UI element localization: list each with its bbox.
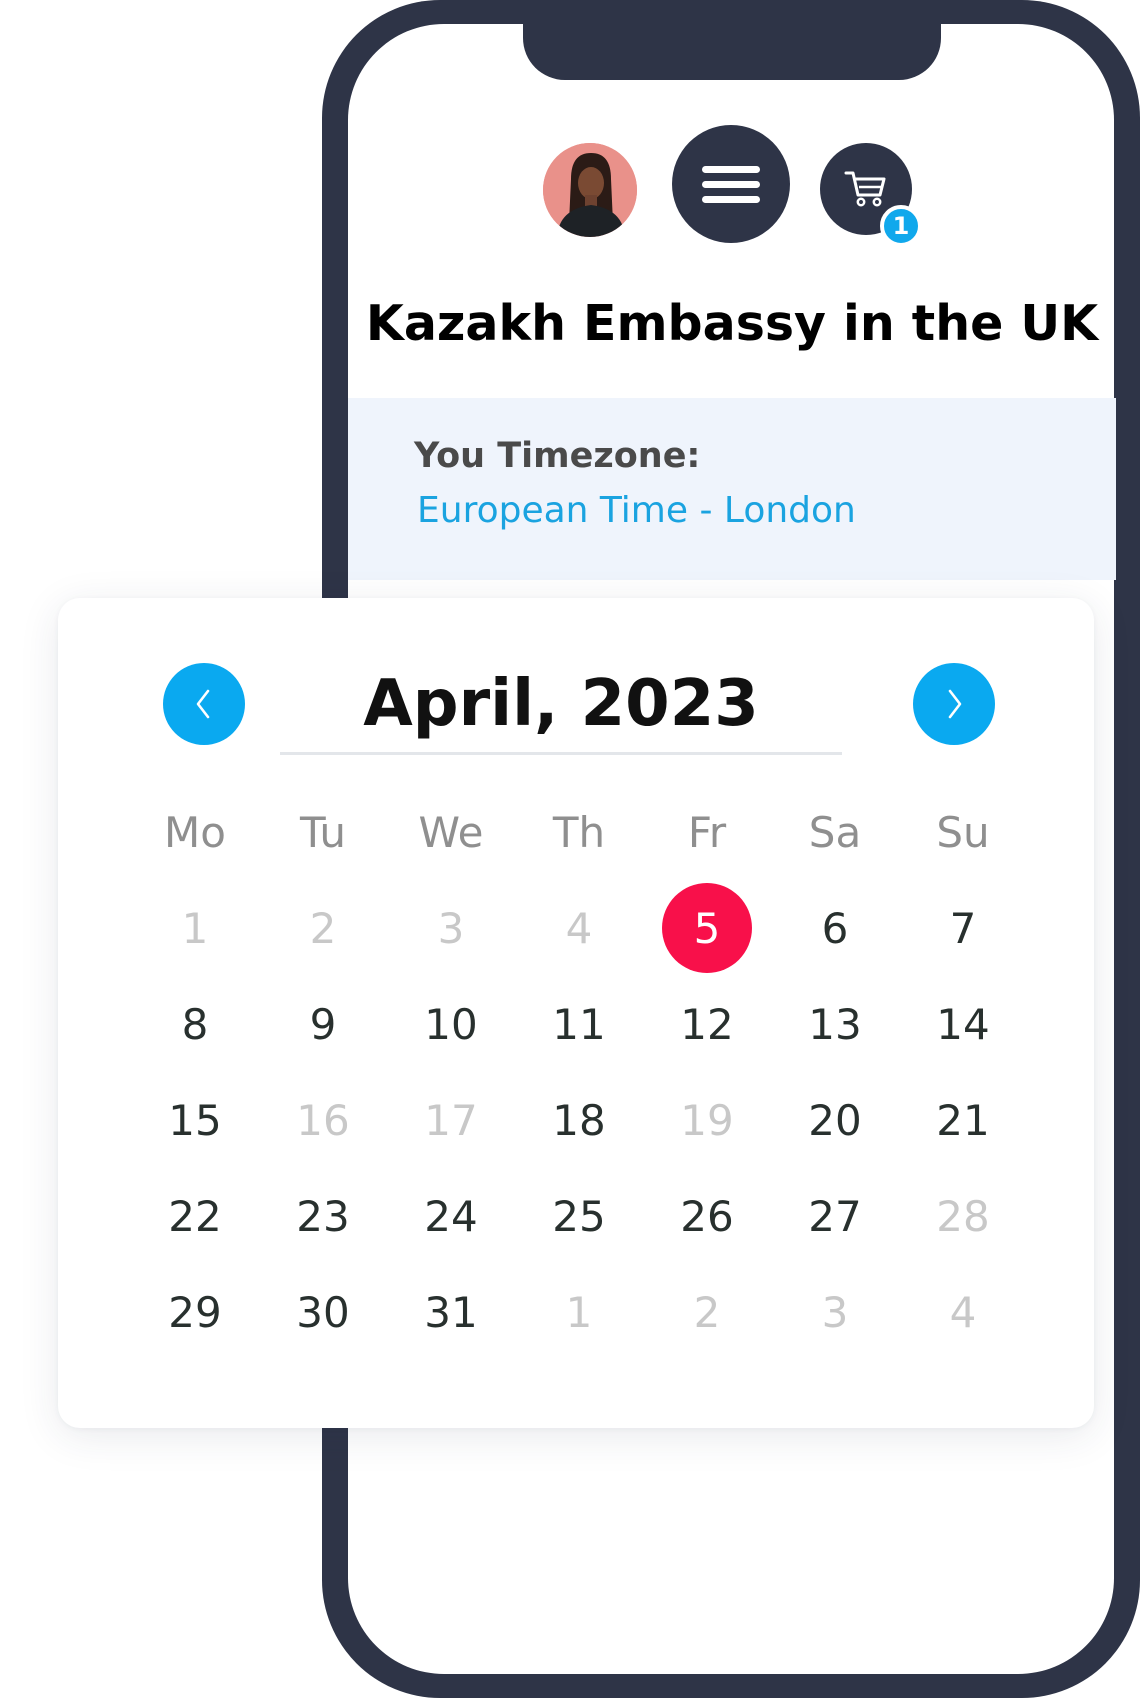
calendar-day[interactable]: 29 <box>131 1264 259 1360</box>
calendar-day[interactable]: 22 <box>131 1168 259 1264</box>
calendar-day-number: 9 <box>309 999 337 1049</box>
calendar-day[interactable]: 30 <box>259 1264 387 1360</box>
avatar[interactable] <box>543 143 637 237</box>
calendar-day-unavailable: 4 <box>515 880 643 976</box>
calendar-day-unavailable: 16 <box>259 1072 387 1168</box>
calendar-day-number: 12 <box>680 999 734 1049</box>
phone-notch <box>523 0 941 80</box>
calendar-day-number: 6 <box>821 903 849 953</box>
chevron-left-icon <box>196 689 210 719</box>
weekday-header: Mo Tu We Th Fr Sa Su <box>131 803 1031 863</box>
calendar-day-number: 8 <box>181 999 209 1049</box>
calendar-day[interactable]: 31 <box>387 1264 515 1360</box>
calendar-day-number: 22 <box>168 1191 222 1241</box>
calendar-day-unavailable: 17 <box>387 1072 515 1168</box>
calendar-day-number: 5 <box>662 883 752 973</box>
calendar-day-unavailable: 28 <box>899 1168 1027 1264</box>
month-divider <box>280 752 842 755</box>
calendar-days-grid: 1 2 3 4 5 6 7 8 9 10 11 12 13 14 15 16 17 18 19 20 21 22 23 24 2… <box>131 880 1031 1360</box>
calendar-day-unavailable: 3 <box>771 1264 899 1360</box>
next-month-button[interactable] <box>913 663 995 745</box>
calendar-day[interactable]: 8 <box>131 976 259 1072</box>
avatar-portrait <box>543 143 637 237</box>
calendar-day-unavailable: 3 <box>387 880 515 976</box>
calendar-day-number: 18 <box>552 1095 606 1145</box>
calendar-day[interactable]: 13 <box>771 976 899 1072</box>
calendar-day-number: 2 <box>693 1287 721 1337</box>
month-title: April, 2023 <box>363 667 759 741</box>
calendar-day[interactable]: 18 <box>515 1072 643 1168</box>
calendar-day-number: 3 <box>437 903 465 953</box>
menu-button[interactable] <box>672 125 790 243</box>
timezone-label: You Timezone: <box>414 436 701 476</box>
calendar-day[interactable]: 12 <box>643 976 771 1072</box>
cart-count-badge: 1 <box>880 205 922 247</box>
weekday-label: Sa <box>808 808 862 857</box>
calendar-day-number: 10 <box>424 999 478 1049</box>
calendar-day-number: 25 <box>552 1191 606 1241</box>
calendar-day-number: 15 <box>168 1095 222 1145</box>
weekday-label: Su <box>936 808 990 857</box>
calendar-day[interactable]: 27 <box>771 1168 899 1264</box>
calendar-day-selected[interactable]: 5 <box>643 880 771 976</box>
calendar-day[interactable]: 10 <box>387 976 515 1072</box>
calendar-day[interactable]: 21 <box>899 1072 1027 1168</box>
calendar-day-number: 21 <box>936 1095 990 1145</box>
calendar-day-unavailable: 2 <box>643 1264 771 1360</box>
timezone-link[interactable]: European Time - London <box>417 490 856 531</box>
calendar-day-number: 17 <box>424 1095 478 1145</box>
calendar-day[interactable]: 23 <box>259 1168 387 1264</box>
weekday-label: Fr <box>687 808 727 857</box>
calendar-day[interactable]: 9 <box>259 976 387 1072</box>
calendar-day[interactable]: 24 <box>387 1168 515 1264</box>
chevron-right-icon <box>948 689 962 719</box>
calendar-day-unavailable: 4 <box>899 1264 1027 1360</box>
page-title: Kazakh Embassy in the UK <box>365 295 1099 352</box>
calendar-day-number: 16 <box>296 1095 350 1145</box>
calendar-day-number: 11 <box>552 999 606 1049</box>
calendar-day-number: 19 <box>680 1095 734 1145</box>
calendar-day-unavailable: 19 <box>643 1072 771 1168</box>
calendar-day-unavailable: 2 <box>259 880 387 976</box>
calendar-day-number: 13 <box>808 999 862 1049</box>
calendar-day-number: 1 <box>181 903 209 953</box>
calendar-day[interactable]: 20 <box>771 1072 899 1168</box>
calendar-day-number: 28 <box>936 1191 990 1241</box>
calendar-day-number: 4 <box>949 1287 977 1337</box>
calendar-day-number: 2 <box>309 903 337 953</box>
calendar-day[interactable]: 25 <box>515 1168 643 1264</box>
calendar-day[interactable]: 26 <box>643 1168 771 1264</box>
calendar-day-number: 29 <box>168 1287 222 1337</box>
calendar-day[interactable]: 6 <box>771 880 899 976</box>
calendar-day-number: 23 <box>296 1191 350 1241</box>
calendar-day[interactable]: 14 <box>899 976 1027 1072</box>
prev-month-button[interactable] <box>163 663 245 745</box>
weekday-label: We <box>418 808 484 857</box>
weekday-label: Tu <box>300 808 346 857</box>
calendar-day-number: 30 <box>296 1287 350 1337</box>
calendar-day-number: 7 <box>949 903 977 953</box>
timezone-section <box>348 398 1116 580</box>
calendar-day-number: 3 <box>821 1287 849 1337</box>
weekday-label: Th <box>552 808 606 857</box>
shopping-cart-icon <box>844 171 886 207</box>
calendar-day-unavailable: 1 <box>515 1264 643 1360</box>
weekday-label: Mo <box>164 808 226 857</box>
calendar-day-number: 14 <box>936 999 990 1049</box>
calendar-day-number: 27 <box>808 1191 862 1241</box>
calendar-day[interactable]: 15 <box>131 1072 259 1168</box>
calendar-day-number: 20 <box>808 1095 862 1145</box>
calendar-day-number: 1 <box>565 1287 593 1337</box>
calendar-day-number: 31 <box>424 1287 478 1337</box>
calendar-day[interactable]: 7 <box>899 880 1027 976</box>
calendar-day-number: 24 <box>424 1191 478 1241</box>
calendar-day[interactable]: 11 <box>515 976 643 1072</box>
calendar-day-number: 4 <box>565 903 593 953</box>
calendar-day-unavailable: 1 <box>131 880 259 976</box>
calendar-day-number: 26 <box>680 1191 734 1241</box>
